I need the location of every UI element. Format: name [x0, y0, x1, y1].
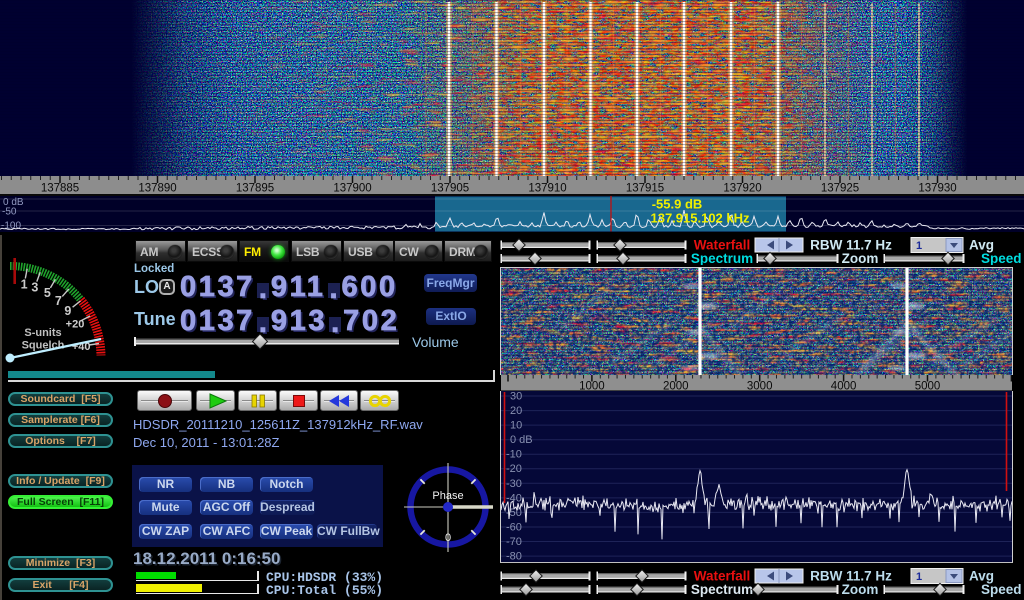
svg-text:Zoom: Zoom [842, 582, 879, 597]
svg-text:-50: -50 [2, 207, 17, 218]
svg-text:7: 7 [55, 294, 62, 308]
svg-text:20: 20 [510, 405, 522, 417]
svg-text:-55.9 dB: -55.9 dB [652, 197, 703, 212]
svg-text:Spectrum: Spectrum [691, 582, 753, 597]
svg-text:-30: -30 [506, 478, 522, 490]
svg-text:137925: 137925 [821, 183, 859, 195]
svg-text:137900: 137900 [333, 183, 371, 195]
svg-text:-20: -20 [506, 463, 522, 475]
svg-text:137905: 137905 [431, 183, 469, 195]
svg-text:137915: 137915 [626, 183, 664, 195]
svg-text:1000: 1000 [579, 381, 605, 392]
svg-text:S-units: S-units [24, 327, 61, 339]
svg-text:-70: -70 [506, 536, 522, 548]
svg-text:137930: 137930 [918, 183, 956, 195]
svg-text:137.915.102 kHz: 137.915.102 kHz [650, 211, 750, 226]
svg-text:1: 1 [21, 277, 28, 291]
svg-text:137895: 137895 [236, 183, 274, 195]
svg-text:30: 30 [510, 391, 522, 403]
svg-text:Spectrum: Spectrum [691, 251, 753, 265]
svg-text:Speed: Speed [981, 251, 1022, 265]
svg-text:Zoom: Zoom [842, 251, 879, 265]
svg-text:2000: 2000 [663, 381, 689, 392]
svg-text:5000: 5000 [915, 381, 941, 392]
svg-text:Speed: Speed [981, 582, 1022, 597]
svg-text:1: 1 [916, 240, 922, 252]
svg-text:9: 9 [64, 304, 71, 318]
svg-text:4000: 4000 [831, 381, 857, 392]
svg-text:137910: 137910 [528, 183, 566, 195]
svg-text:5: 5 [44, 286, 51, 300]
svg-text:1: 1 [916, 571, 922, 583]
svg-text:137890: 137890 [138, 183, 176, 195]
svg-text:3: 3 [31, 280, 38, 294]
svg-text:0 dB: 0 dB [510, 434, 533, 446]
svg-text:Squelch: Squelch [22, 340, 65, 352]
svg-text:Phase: Phase [432, 490, 463, 502]
svg-text:-10: -10 [506, 449, 522, 461]
svg-text:137920: 137920 [723, 183, 761, 195]
svg-text:3000: 3000 [747, 381, 773, 392]
svg-text:137885: 137885 [41, 183, 79, 195]
svg-text:0: 0 [445, 532, 451, 544]
svg-text:-60: -60 [506, 522, 522, 534]
svg-text:+20: +20 [66, 319, 85, 331]
svg-text:-80: -80 [506, 551, 522, 562]
svg-text:10: 10 [510, 420, 522, 432]
